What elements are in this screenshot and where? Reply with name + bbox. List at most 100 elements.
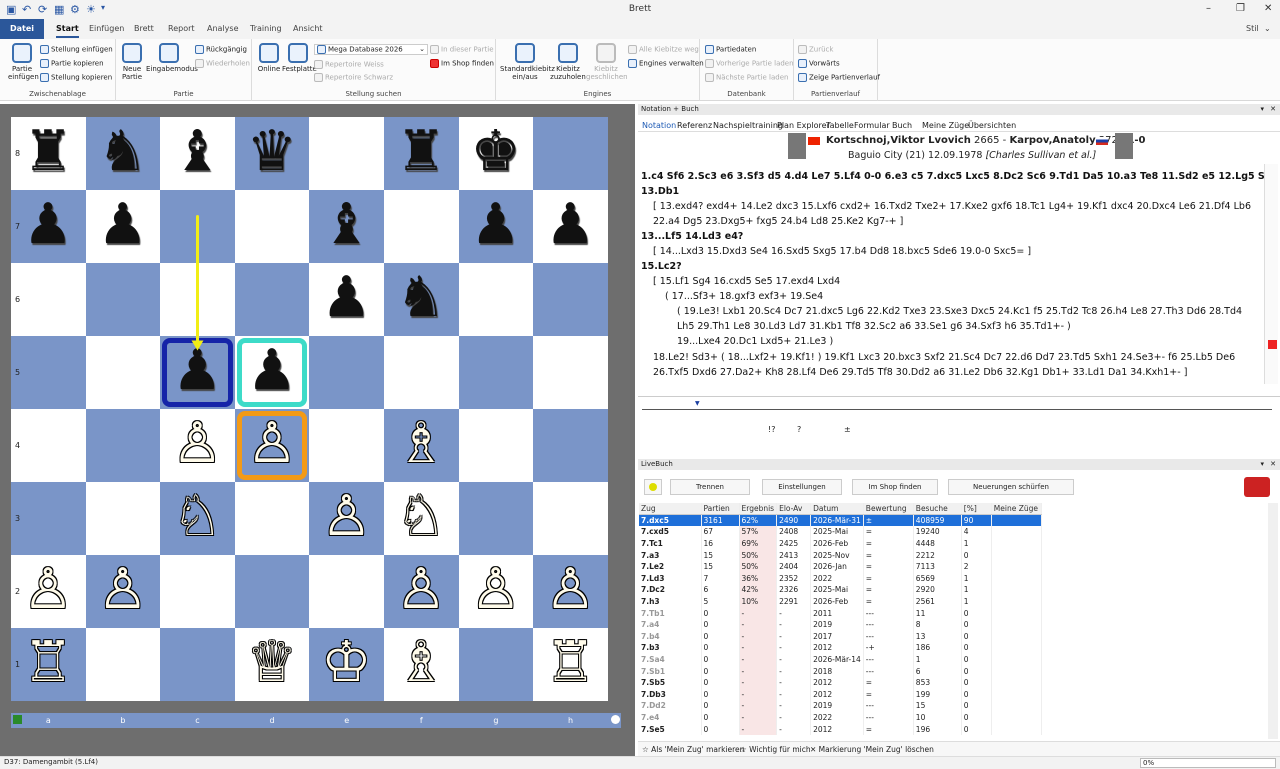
notation-tab[interactable]: Tabelle (826, 121, 854, 130)
festplatte-button[interactable]: Festplatte (282, 43, 317, 73)
notation-tab[interactable]: Übersichten (968, 121, 1016, 130)
disconnect-button[interactable]: Trennen (670, 479, 750, 495)
move-line[interactable]: 18.Le2! Sd3+ ( 18...Lxf2+ 19.Kf1! ) 19.K… (653, 352, 1235, 363)
pin-icon[interactable]: ▾ (1260, 105, 1264, 113)
table-row[interactable]: 7.a3 15 50% 2413 2025-Nov = 2212 0 (639, 549, 1042, 561)
mark-my-move-button[interactable]: ☆ Als 'Mein Zug' markieren (642, 745, 744, 754)
white-player[interactable]: Kortschnoj,Viktor Lvovich (826, 135, 971, 146)
manage-engines-button[interactable]: Engines verwalten (628, 59, 704, 68)
table-row[interactable]: 7.Se5 0- -2012 = 196 0 (639, 723, 1042, 735)
in-game-button[interactable]: In dieser Partie (430, 45, 494, 54)
table-row[interactable]: 7.cxd5 67 57% 2408 2025-Mai = 19240 4 (639, 526, 1042, 538)
minimize-icon[interactable]: – (1206, 3, 1211, 14)
column-header[interactable]: Ergebnis (739, 503, 778, 516)
table-row[interactable]: 7.a4 0- -2019 --- 8 0 (639, 618, 1042, 631)
flip-board-icon[interactable] (611, 715, 620, 724)
move-line[interactable]: ( 17...Sf3+ 18.gxf3 exf3+ 19.Se4 (665, 291, 823, 302)
back-button[interactable]: Zurück (798, 45, 833, 54)
table-row[interactable]: 7.Sa4 0- -2026-Mär-14 --- 1 0 (639, 653, 1042, 666)
move-line[interactable]: 19...Lxe4 20.Dc1 Lxd5+ 21.Le3 ) (677, 336, 833, 347)
pin-icon[interactable]: ▾ (1260, 460, 1264, 468)
black-player[interactable]: Karpov,Anatoly (1009, 135, 1095, 146)
column-header[interactable]: Besuche (913, 503, 962, 516)
repertoire-white-button[interactable]: Repertoire Weiss (314, 60, 384, 69)
table-row[interactable]: 7.h3 5 10% 2291 2026-Feb = 2561 1 (639, 595, 1042, 608)
column-header[interactable]: Elo-Av (776, 503, 812, 516)
close-icon[interactable]: ✕ (1264, 3, 1272, 14)
column-header[interactable]: Zug (639, 503, 702, 516)
column-header[interactable]: Partien (701, 503, 740, 516)
tab-training[interactable]: Training (250, 24, 282, 33)
remove-kibitzer-button[interactable]: Kiebitz geschlichen (586, 43, 628, 81)
delete-mark-button[interactable]: ✕ Markierung 'Mein Zug' löschen (810, 745, 934, 754)
chevron-down-icon[interactable]: ⌄ (1264, 24, 1271, 33)
move-line[interactable]: [ 13.exd4? exd4+ 14.Le2 dxc3 15.Lxf6 cxd… (653, 201, 1251, 212)
table-row[interactable]: 7.Le2 15 50% 2404 2026-Jan = 7113 2 (639, 560, 1042, 573)
table-row[interactable]: 7.b3 0- -2012 -+ 186 0 (639, 642, 1042, 654)
table-row[interactable]: 7.Tb1 0- -2011 --- 11 0 (639, 607, 1042, 619)
table-row[interactable]: 7.Sb1 0- -2018 --- 6 0 (639, 665, 1042, 677)
undo-button[interactable]: Rückgängig (195, 45, 247, 54)
notation-tab[interactable]: Buch (892, 121, 912, 130)
column-header[interactable]: Meine Züge (991, 503, 1042, 516)
close-pane-icon[interactable]: ✕ (1270, 460, 1276, 468)
move-line[interactable]: 13...Lf5 14.Ld3 e4? (641, 231, 743, 242)
important-button[interactable]: ☆ Wichtig für mich (740, 745, 811, 754)
table-row[interactable]: 7.Sb5 0- -2012 = 853 0 (639, 676, 1042, 689)
table-row[interactable]: 7.dxc5 3161 62% 2490 2026-Mär-31 ±408959 90 (639, 514, 1042, 527)
standard-kibitzer-button[interactable]: Standardkiebitz ein/aus (500, 43, 555, 81)
novelties-button[interactable]: Neuerungen schürfen (948, 479, 1074, 495)
move-line[interactable]: [ 15.Lf1 Sg4 16.cxd5 Se5 17.exd4 Lxd4 (653, 276, 840, 287)
notation-tab[interactable]: Referenz (677, 121, 712, 130)
next-game-button[interactable]: Nächste Partie laden (705, 73, 788, 82)
tab-datei[interactable]: Datei (0, 19, 44, 39)
move-line[interactable]: ( 19.Le3! Lxb1 20.Sc4 Dc7 21.dxc5 Lg6 22… (677, 306, 1242, 317)
table-row[interactable]: 7.Dd2 0- -2019 --- 15 0 (639, 700, 1042, 712)
settings-button[interactable]: Einstellungen (762, 479, 842, 495)
move-line[interactable]: 22.a4 Dg5 23.Dxg5+ fxg5 24.b4 Ld8 25.Ke2… (653, 216, 903, 227)
input-mode-button[interactable]: Eingabemodus (146, 43, 198, 73)
notation-tab[interactable]: Nachspieltraining (713, 121, 783, 130)
style-menu[interactable]: Stil (1246, 24, 1259, 33)
move-line[interactable]: 15.Lc2? (641, 261, 682, 272)
move-line[interactable]: 1.c4 Sf6 2.Sc3 e6 3.Sf3 d5 4.d4 Le7 5.Lf… (641, 171, 1278, 182)
table-row[interactable]: 7.Db3 0- -2012 = 199 0 (639, 688, 1042, 701)
table-row[interactable]: 7.Tc1 16 69% 2425 2026-Feb = 4448 1 (639, 537, 1042, 550)
remove-all-kibitzers-button[interactable]: Alle Kiebitze weg (628, 45, 699, 54)
move-line[interactable]: 26.Txf5 Dxd6 27.Da2+ Kh8 28.Lf4 De6 29.T… (653, 367, 1187, 378)
move-line[interactable]: Lh5 29.Th1 Le8 30.Ld3 Ld7 31.Kb1 Tf8 32.… (677, 321, 1071, 332)
notation-tab[interactable]: Notation (642, 121, 676, 130)
repertoire-black-button[interactable]: Repertoire Schwarz (314, 73, 393, 82)
shop-find-button[interactable]: Im Shop finden (852, 479, 938, 495)
close-pane-icon[interactable]: ✕ (1270, 105, 1276, 113)
paste-position-button[interactable]: Stellung einfügen (40, 45, 113, 54)
new-game-button[interactable]: Neue Partie (120, 43, 144, 81)
evaluation-graph[interactable]: ▼ !? ? ± (638, 396, 1280, 444)
copy-position-button[interactable]: Stellung kopieren (40, 73, 112, 82)
notation-tab[interactable]: Formular (854, 121, 890, 130)
redo-button[interactable]: Wiederholen (195, 59, 250, 68)
color-marker-icon[interactable] (1268, 340, 1277, 349)
table-row[interactable]: 7.e4 0- -2022 --- 10 0 (639, 711, 1042, 724)
column-header[interactable]: Bewertung (863, 503, 914, 516)
tab-einfuegen[interactable]: Einfügen (89, 24, 124, 33)
shop-find-button[interactable]: Im Shop finden (430, 59, 494, 68)
table-row[interactable]: 7.b4 0- -2017 --- 13 0 (639, 630, 1042, 643)
tab-start[interactable]: Start (56, 24, 79, 38)
forward-button[interactable]: Vorwärts (798, 59, 840, 68)
restore-icon[interactable]: ❐ (1236, 3, 1245, 14)
tab-analyse[interactable]: Analyse (207, 24, 239, 33)
move-line[interactable]: 13.Db1 (641, 186, 679, 197)
book-icon[interactable] (1244, 477, 1270, 497)
column-header[interactable]: Datum (810, 503, 864, 516)
game-data-button[interactable]: Partiedaten (705, 45, 756, 54)
database-select[interactable]: Mega Database 2026 ⌄ (314, 44, 428, 55)
add-kibitzer-button[interactable]: Kiebitz zuzuholen (550, 43, 586, 81)
tab-brett[interactable]: Brett (134, 24, 154, 33)
table-row[interactable]: 7.Ld3 7 36% 2352 2022 = 6569 1 (639, 572, 1042, 585)
notation-tab[interactable]: Meine Züge (922, 121, 969, 130)
show-history-button[interactable]: Zeige Partienverlauf (798, 73, 880, 82)
move-line[interactable]: [ 14...Lxd3 15.Dxd3 Se4 16.Sxd5 Sxg5 17.… (653, 246, 1031, 257)
column-header[interactable]: [%] (961, 503, 992, 516)
paste-game-button[interactable]: Partie einfügen (8, 43, 39, 81)
